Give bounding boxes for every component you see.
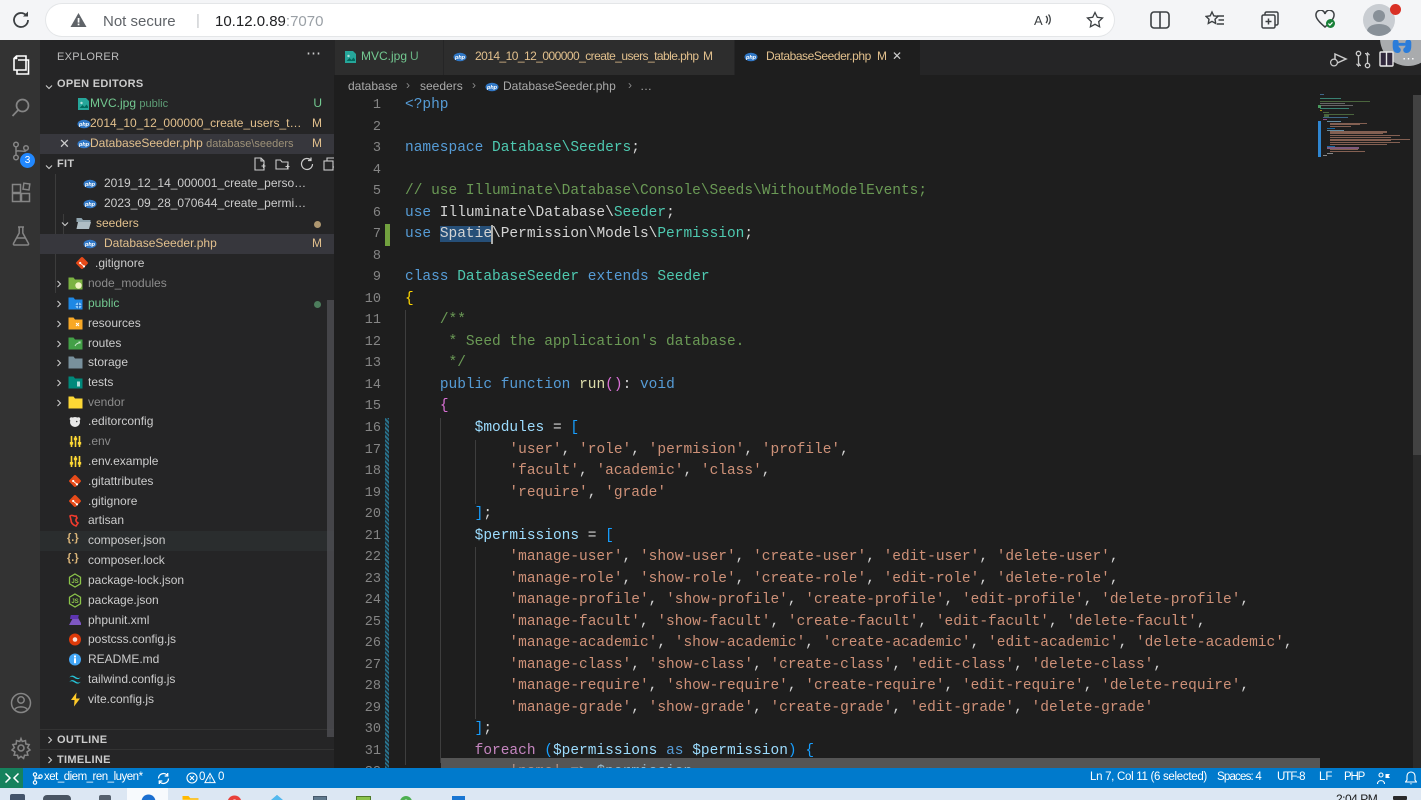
svg-text:JS: JS bbox=[71, 579, 78, 585]
svg-text:php: php bbox=[454, 55, 466, 61]
svg-text:php: php bbox=[78, 122, 90, 128]
svg-text:php: php bbox=[84, 202, 96, 208]
svg-text:A: A bbox=[1034, 13, 1043, 28]
svg-text:php: php bbox=[84, 242, 96, 248]
svg-text:JS: JS bbox=[71, 599, 78, 605]
svg-text:php: php bbox=[78, 142, 90, 148]
svg-text:php: php bbox=[486, 85, 498, 91]
svg-text:php: php bbox=[745, 55, 757, 61]
svg-text:php: php bbox=[84, 182, 96, 188]
